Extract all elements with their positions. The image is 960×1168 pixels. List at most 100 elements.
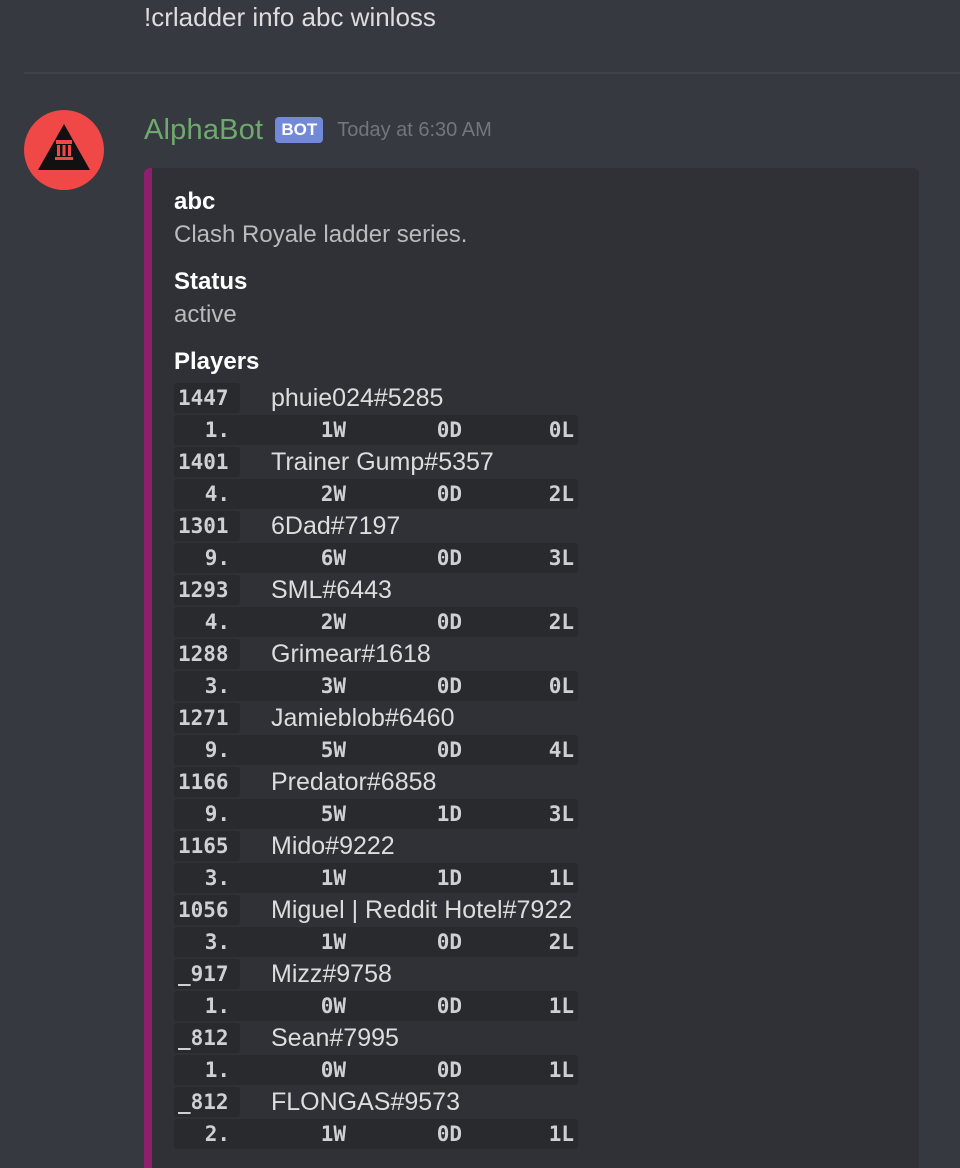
player-draws: 0D xyxy=(436,994,462,1018)
player-name: Sean#7995 xyxy=(271,1023,399,1052)
player-losses: 1L xyxy=(548,866,574,890)
player-stats: 4. 2W 0D 2L xyxy=(174,607,578,637)
player-rating: 1447 xyxy=(174,383,240,413)
player-losses: 0L xyxy=(548,674,574,698)
player-draws: 0D xyxy=(436,1058,462,1082)
player-wins: 1W xyxy=(320,418,346,442)
player-wins: 1W xyxy=(320,1122,346,1146)
player-stats: 1. 0W 0D 1L xyxy=(174,991,578,1021)
player-draws: 0D xyxy=(436,738,462,762)
player-rank: 1. xyxy=(204,1058,230,1082)
player-entry: 1401 Trainer Gump#5357 4. 2W 0D 2L xyxy=(174,446,578,510)
player-losses: 2L xyxy=(548,482,574,506)
embed: abc Clash Royale ladder series. Status a… xyxy=(144,168,919,1168)
player-rank: 2. xyxy=(204,1122,230,1146)
message-timestamp: Today at 6:30 AM xyxy=(337,118,492,141)
message-header: AlphaBot BOT Today at 6:30 AM xyxy=(144,110,492,150)
player-name: Mizz#9758 xyxy=(271,959,392,988)
player-entry: 1288 Grimear#1618 3. 3W 0D 0L xyxy=(174,638,578,702)
player-rating: 1271 xyxy=(174,703,240,733)
player-stats: 9. 5W 0D 4L xyxy=(174,735,578,765)
player-draws: 0D xyxy=(436,610,462,634)
player-wins: 0W xyxy=(320,994,346,1018)
player-name: Grimear#1618 xyxy=(271,639,431,668)
player-losses: 1L xyxy=(548,994,574,1018)
player-stats: 3. 3W 0D 0L xyxy=(174,671,578,701)
player-draws: 0D xyxy=(436,674,462,698)
player-rating: 1166 xyxy=(174,767,240,797)
player-name: SML#6443 xyxy=(271,575,392,604)
message-divider xyxy=(24,72,960,74)
player-draws: 0D xyxy=(436,930,462,954)
player-wins: 6W xyxy=(320,546,346,570)
player-wins: 5W xyxy=(320,738,346,762)
player-rank: 4. xyxy=(204,482,230,506)
player-rank: 9. xyxy=(204,802,230,826)
player-draws: 0D xyxy=(436,546,462,570)
author-name[interactable]: AlphaBot xyxy=(144,114,263,147)
player-wins: 5W xyxy=(320,802,346,826)
player-entry: 1293 SML#6443 4. 2W 0D 2L xyxy=(174,574,578,638)
player-rank: 3. xyxy=(204,674,230,698)
player-name: phuie024#5285 xyxy=(271,383,444,412)
field-value-status: active xyxy=(174,301,237,328)
player-rank: 3. xyxy=(204,866,230,890)
player-stats: 1. 1W 0D 0L xyxy=(174,415,578,445)
avatar[interactable] xyxy=(24,110,104,190)
player-stats: 3. 1W 0D 2L xyxy=(174,927,578,957)
player-losses: 0L xyxy=(548,418,574,442)
player-wins: 1W xyxy=(320,930,346,954)
player-name: Mido#9222 xyxy=(271,831,395,860)
player-draws: 0D xyxy=(436,418,462,442)
embed-description: Clash Royale ladder series. xyxy=(174,221,468,248)
previous-message-text: !crladder info abc winloss xyxy=(144,2,436,32)
player-wins: 1W xyxy=(320,866,346,890)
field-name-players: Players xyxy=(174,348,260,375)
player-losses: 3L xyxy=(548,546,574,570)
player-rating: 1293 xyxy=(174,575,240,605)
player-rating: _812 xyxy=(174,1087,240,1117)
player-losses: 2L xyxy=(548,610,574,634)
player-rating: 1301 xyxy=(174,511,240,541)
bot-tag: BOT xyxy=(275,117,324,143)
player-name: Miguel | Reddit Hotel#7922 xyxy=(271,895,573,924)
player-losses: 4L xyxy=(548,738,574,762)
player-draws: 0D xyxy=(436,482,462,506)
player-stats: 3. 1W 1D 1L xyxy=(174,863,578,893)
player-rating: 1288 xyxy=(174,639,240,669)
player-entry: 1056 Miguel | Reddit Hotel#7922 3. 1W 0D 2L xyxy=(174,894,578,958)
player-entry: _917 Mizz#9758 1. 0W 0D 1L xyxy=(174,958,578,1022)
player-entry: _812 FLONGAS#9573 2. 1W 0D 1L xyxy=(174,1086,578,1150)
player-entry: 1166 Predator#6858 9. 5W 1D 3L xyxy=(174,766,578,830)
player-name: Jamieblob#6460 xyxy=(271,703,455,732)
player-stats: 4. 2W 0D 2L xyxy=(174,479,578,509)
player-draws: 0D xyxy=(436,1122,462,1146)
player-name: 6Dad#7197 xyxy=(271,511,401,540)
player-entry: 1301 6Dad#7197 9. 6W 0D 3L xyxy=(174,510,578,574)
player-losses: 1L xyxy=(548,1122,574,1146)
player-wins: 2W xyxy=(320,482,346,506)
embed-content: abc Clash Royale ladder series. Status a… xyxy=(174,186,578,1150)
player-rank: 1. xyxy=(204,418,230,442)
player-losses: 3L xyxy=(548,802,574,826)
player-name: Predator#6858 xyxy=(271,767,437,796)
player-name: FLONGAS#9573 xyxy=(271,1087,460,1116)
player-rating: _812 xyxy=(174,1023,240,1053)
player-rank: 3. xyxy=(204,930,230,954)
player-rating: 1056 xyxy=(174,895,240,925)
player-entry: 1165 Mido#9222 3. 1W 1D 1L xyxy=(174,830,578,894)
player-wins: 2W xyxy=(320,610,346,634)
player-wins: 0W xyxy=(320,1058,346,1082)
alphabot-logo-icon xyxy=(38,124,90,170)
player-draws: 1D xyxy=(436,866,462,890)
field-name-status: Status xyxy=(174,268,248,295)
player-rating: _917 xyxy=(174,959,240,989)
player-entry: 1447 phuie024#5285 1. 1W 0D 0L xyxy=(174,382,578,446)
player-rank: 1. xyxy=(204,994,230,1018)
player-stats: 9. 5W 1D 3L xyxy=(174,799,578,829)
player-rank: 4. xyxy=(204,610,230,634)
embed-title: abc xyxy=(174,188,216,215)
player-rating: 1165 xyxy=(174,831,240,861)
player-rank: 9. xyxy=(204,546,230,570)
player-entry: 1271 Jamieblob#6460 9. 5W 0D 4L xyxy=(174,702,578,766)
